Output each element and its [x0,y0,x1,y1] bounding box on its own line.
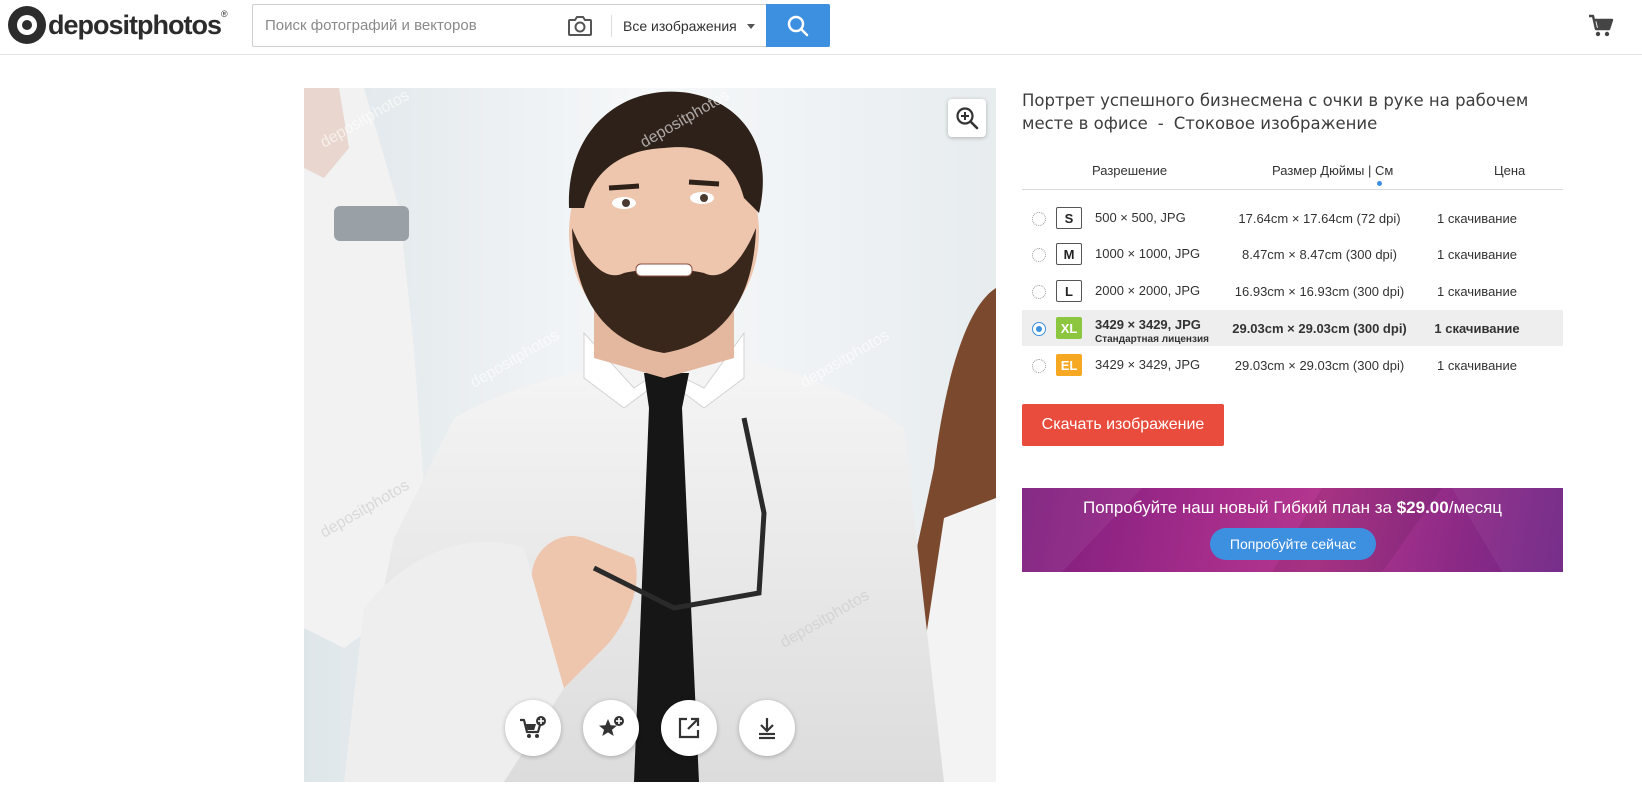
resolution: 2000 × 2000, JPG [1095,283,1201,298]
download-image-button[interactable]: Скачать изображение [1022,404,1224,446]
image-type-label: Все изображения [623,17,737,34]
add-to-cart-icon [520,716,546,738]
logo-camera-icon [8,6,46,44]
download-preview-button[interactable] [739,700,795,756]
camera-icon[interactable] [567,15,593,37]
size-badge: M [1056,243,1082,265]
dimensions: 29.03cm × 29.03cm (300 dpi) [1234,358,1405,373]
cart-icon[interactable] [1588,14,1614,38]
price: 1 скачивание [1437,284,1517,299]
promo-text: Попробуйте наш новый Гибкий план за $29.… [1022,498,1563,518]
add-to-cart-button[interactable] [505,700,561,756]
flexible-plan-banner: Попробуйте наш новый Гибкий план за $29.… [1022,488,1563,572]
price: 1 скачивание [1437,211,1517,226]
price: 1 скачивание [1434,321,1520,336]
businessman-photo-illustration: depositphotos depositphotos depositphoto… [304,88,996,782]
size-radio[interactable] [1032,359,1046,373]
resolution: 3429 × 3429, JPG [1095,357,1201,372]
resolution: 500 × 500, JPG [1095,210,1186,225]
price: 1 скачивание [1437,358,1517,373]
logo-registered-mark: ® [220,9,228,19]
resolution: 3429 × 3429, JPG [1095,317,1201,332]
share-button[interactable] [661,700,717,756]
zoom-button[interactable] [948,99,986,137]
size-badge: L [1056,280,1082,302]
search-divider [611,15,612,37]
size-radio[interactable] [1032,248,1046,262]
size-row-l[interactable]: L 2000 × 2000, JPG 16.93cm × 16.93cm (30… [1022,273,1563,309]
size-badge: S [1056,207,1082,229]
add-to-favorites-icon [599,716,624,736]
page-title: Портрет успешного бизнесмена с очки в ру… [1022,89,1582,135]
title-suffix: Стоковое изображение [1173,114,1378,133]
stock-photo[interactable]: depositphotos depositphotos depositphoto… [304,88,996,782]
try-now-button[interactable]: Попробуйте сейчас [1210,528,1376,560]
title-separator: - [1157,114,1164,133]
size-radio-selected[interactable] [1032,322,1046,336]
unit-selected-dot [1377,181,1382,186]
size-row-el[interactable]: EL 3429 × 3429, JPG 29.03cm × 29.03cm (3… [1022,347,1563,383]
size-radio[interactable] [1032,212,1046,226]
zoom-icon [956,107,979,130]
chevron-down-icon [746,24,755,29]
size-table-header: Разрешение Размер Дюймы | См Цена [1022,158,1563,190]
search-button[interactable] [766,4,830,47]
image-type-dropdown[interactable]: Все изображения [623,5,755,46]
header-price: Цена [1494,163,1526,178]
top-header: depositphotos ® Все изображения [0,0,1642,55]
dimensions: 16.93cm × 16.93cm (300 dpi) [1234,284,1405,299]
resolution: 1000 × 1000, JPG [1095,246,1201,261]
search-icon [787,15,809,36]
search-bar: Все изображения [252,4,830,47]
promo-price: $29.00 [1396,498,1449,517]
size-badge: EL [1056,354,1082,376]
header-size-units[interactable]: Размер Дюймы | См [1272,163,1393,178]
price: 1 скачивание [1437,247,1517,262]
search-input[interactable] [253,5,553,46]
download-icon [759,718,775,740]
dimensions: 29.03cm × 29.03cm (300 dpi) [1232,321,1407,336]
size-radio[interactable] [1032,285,1046,299]
promo-text-before: Попробуйте наш новый Гибкий план за [1082,498,1392,517]
size-badge: XL [1056,317,1082,339]
dimensions: 8.47cm × 8.47cm (300 dpi) [1242,247,1397,262]
header-resolution: Разрешение [1092,163,1168,178]
logo-text: depositphotos [48,9,222,40]
share-icon [678,717,700,739]
size-row-xl[interactable]: XL 3429 × 3429, JPG Стандартная лицензия… [1022,310,1563,346]
size-row-s[interactable]: S 500 × 500, JPG 17.64cm × 17.64cm (72 d… [1022,200,1563,236]
dimensions: 17.64cm × 17.64cm (72 dpi) [1238,211,1401,226]
size-row-m[interactable]: M 1000 × 1000, JPG 8.47cm × 8.47cm (300 … [1022,236,1563,272]
promo-text-after: /месяц [1448,498,1503,517]
depositphotos-logo[interactable]: depositphotos ® [8,5,228,45]
add-to-favorites-button[interactable] [583,700,639,756]
license-type: Стандартная лицензия [1095,334,1209,345]
